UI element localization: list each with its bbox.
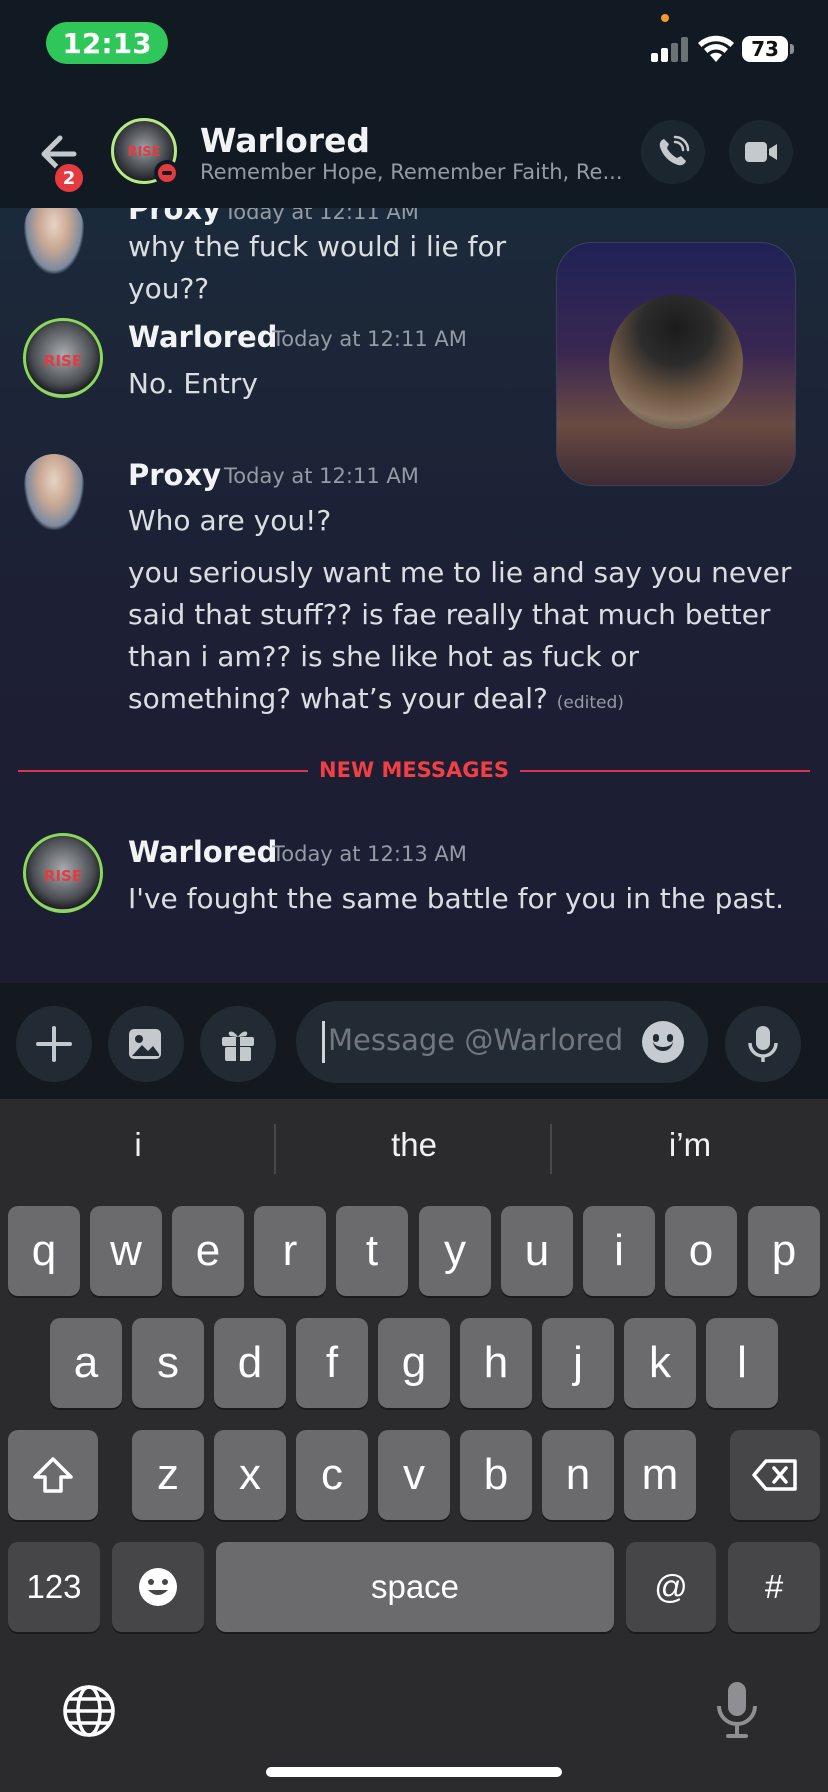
top-bar: 12:13 73 2 RISE Warlored › Remember Hope…	[0, 0, 828, 208]
message-timestamp: Today at 12:11 AM	[272, 327, 467, 351]
voice-call-button[interactable]	[641, 120, 705, 184]
hash-key[interactable]: #	[728, 1542, 820, 1632]
key-q[interactable]: q	[8, 1206, 80, 1296]
key-v[interactable]: v	[378, 1430, 450, 1520]
home-indicator	[266, 1767, 562, 1777]
privacy-indicator	[661, 14, 669, 22]
caller-avatar	[609, 295, 743, 429]
unread-badge: 2	[52, 161, 86, 195]
avatar-warlored[interactable]: RISE	[23, 318, 103, 398]
message-text: Who are you!?	[128, 504, 332, 537]
message-text: I've fought the same battle for you in t…	[128, 882, 785, 915]
chevron-right-icon[interactable]: ›	[357, 128, 367, 158]
video-call-button[interactable]	[729, 120, 793, 184]
numbers-key[interactable]: 123	[8, 1542, 100, 1632]
avatar-warlored[interactable]: RISE	[23, 833, 103, 913]
status-time: 12:13	[46, 22, 168, 64]
voice-message-button[interactable]	[725, 1006, 801, 1082]
dictation-microphone-icon[interactable]	[714, 1680, 760, 1740]
key-i[interactable]: i	[583, 1206, 655, 1296]
dnd-status-icon	[154, 160, 180, 186]
image-icon	[129, 1029, 161, 1059]
key-s[interactable]: s	[132, 1318, 204, 1408]
wifi-icon	[698, 35, 734, 62]
message-text: why the fuck would i lie for you??	[128, 230, 507, 305]
key-e[interactable]: e	[172, 1206, 244, 1296]
key-n[interactable]: n	[542, 1430, 614, 1520]
message-input-placeholder: Message @Warlored	[328, 1023, 624, 1057]
key-p[interactable]: p	[748, 1206, 820, 1296]
key-h[interactable]: h	[460, 1318, 532, 1408]
space-key[interactable]: space	[216, 1542, 614, 1632]
phone-call-icon	[659, 135, 690, 166]
message-body: you seriously want me to lie and say you…	[128, 556, 792, 715]
key-t[interactable]: t	[336, 1206, 408, 1296]
message-timestamp: Today at 12:13 AM	[272, 842, 467, 866]
gallery-button[interactable]	[108, 1006, 184, 1082]
suggestion-2[interactable]: the	[276, 1126, 552, 1164]
battery-indicator: 73	[742, 36, 794, 62]
shift-key[interactable]	[8, 1430, 98, 1520]
message-list[interactable]: Proxy Today at 12:11 AM why the fuck wou…	[0, 208, 828, 983]
plus-icon	[36, 1026, 72, 1062]
avatar-proxy[interactable]	[24, 208, 84, 274]
backspace-icon	[752, 1459, 797, 1491]
avatar-logo-text: RISE	[43, 352, 83, 370]
new-messages-divider-right	[520, 770, 810, 772]
globe-icon[interactable]	[62, 1684, 116, 1738]
key-l[interactable]: l	[706, 1318, 778, 1408]
key-x[interactable]: x	[214, 1430, 286, 1520]
emoji-picker-icon[interactable]	[642, 1021, 684, 1063]
video-camera-icon	[745, 142, 777, 162]
at-key[interactable]: @	[626, 1542, 716, 1632]
header-custom-status[interactable]: Remember Hope, Remember Faith, Re...	[200, 160, 623, 184]
message-text-multiline: you seriously want me to lie and say you…	[128, 552, 796, 724]
key-o[interactable]: o	[665, 1206, 737, 1296]
key-r[interactable]: r	[254, 1206, 326, 1296]
key-a[interactable]: a	[50, 1318, 122, 1408]
key-b[interactable]: b	[460, 1430, 532, 1520]
edited-label: (edited)	[556, 693, 624, 713]
message-input[interactable]: Message @Warlored	[296, 1001, 708, 1083]
message-timestamp: Today at 12:11 AM	[224, 208, 419, 224]
emoji-keyboard-key[interactable]	[112, 1542, 204, 1632]
shift-arrow-icon	[33, 1457, 73, 1493]
message-author[interactable]: Warlored	[128, 835, 277, 869]
text-caret	[322, 1021, 325, 1063]
key-g[interactable]: g	[378, 1318, 450, 1408]
gift-icon	[222, 1031, 254, 1061]
gift-button[interactable]	[200, 1006, 276, 1082]
key-m[interactable]: m	[624, 1430, 696, 1520]
key-w[interactable]: w	[90, 1206, 162, 1296]
message-timestamp: Today at 12:11 AM	[224, 464, 419, 488]
key-k[interactable]: k	[624, 1318, 696, 1408]
message-author[interactable]: Proxy	[128, 458, 221, 492]
cellular-signal-icon	[651, 36, 691, 62]
avatar-logo-text: RISE	[127, 145, 161, 160]
suggestion-1[interactable]: i	[0, 1126, 276, 1164]
call-picture-in-picture[interactable]	[556, 242, 796, 486]
key-y[interactable]: y	[419, 1206, 491, 1296]
smiley-icon	[139, 1568, 177, 1606]
delete-key[interactable]	[730, 1430, 820, 1520]
message-author[interactable]: Warlored	[128, 320, 277, 354]
key-d[interactable]: d	[214, 1318, 286, 1408]
avatar-proxy[interactable]	[24, 454, 84, 530]
message-author[interactable]: Proxy	[128, 208, 221, 226]
key-f[interactable]: f	[296, 1318, 368, 1408]
avatar-logo-text: RISE	[43, 867, 83, 885]
message-text: No. Entry	[128, 367, 258, 400]
header-username[interactable]: Warlored	[200, 121, 370, 160]
key-u[interactable]: u	[501, 1206, 573, 1296]
key-j[interactable]: j	[542, 1318, 614, 1408]
suggestion-3[interactable]: i’m	[552, 1126, 828, 1164]
key-z[interactable]: z	[132, 1430, 204, 1520]
add-attachment-button[interactable]	[16, 1006, 92, 1082]
microphone-icon	[748, 1026, 778, 1062]
key-c[interactable]: c	[296, 1430, 368, 1520]
